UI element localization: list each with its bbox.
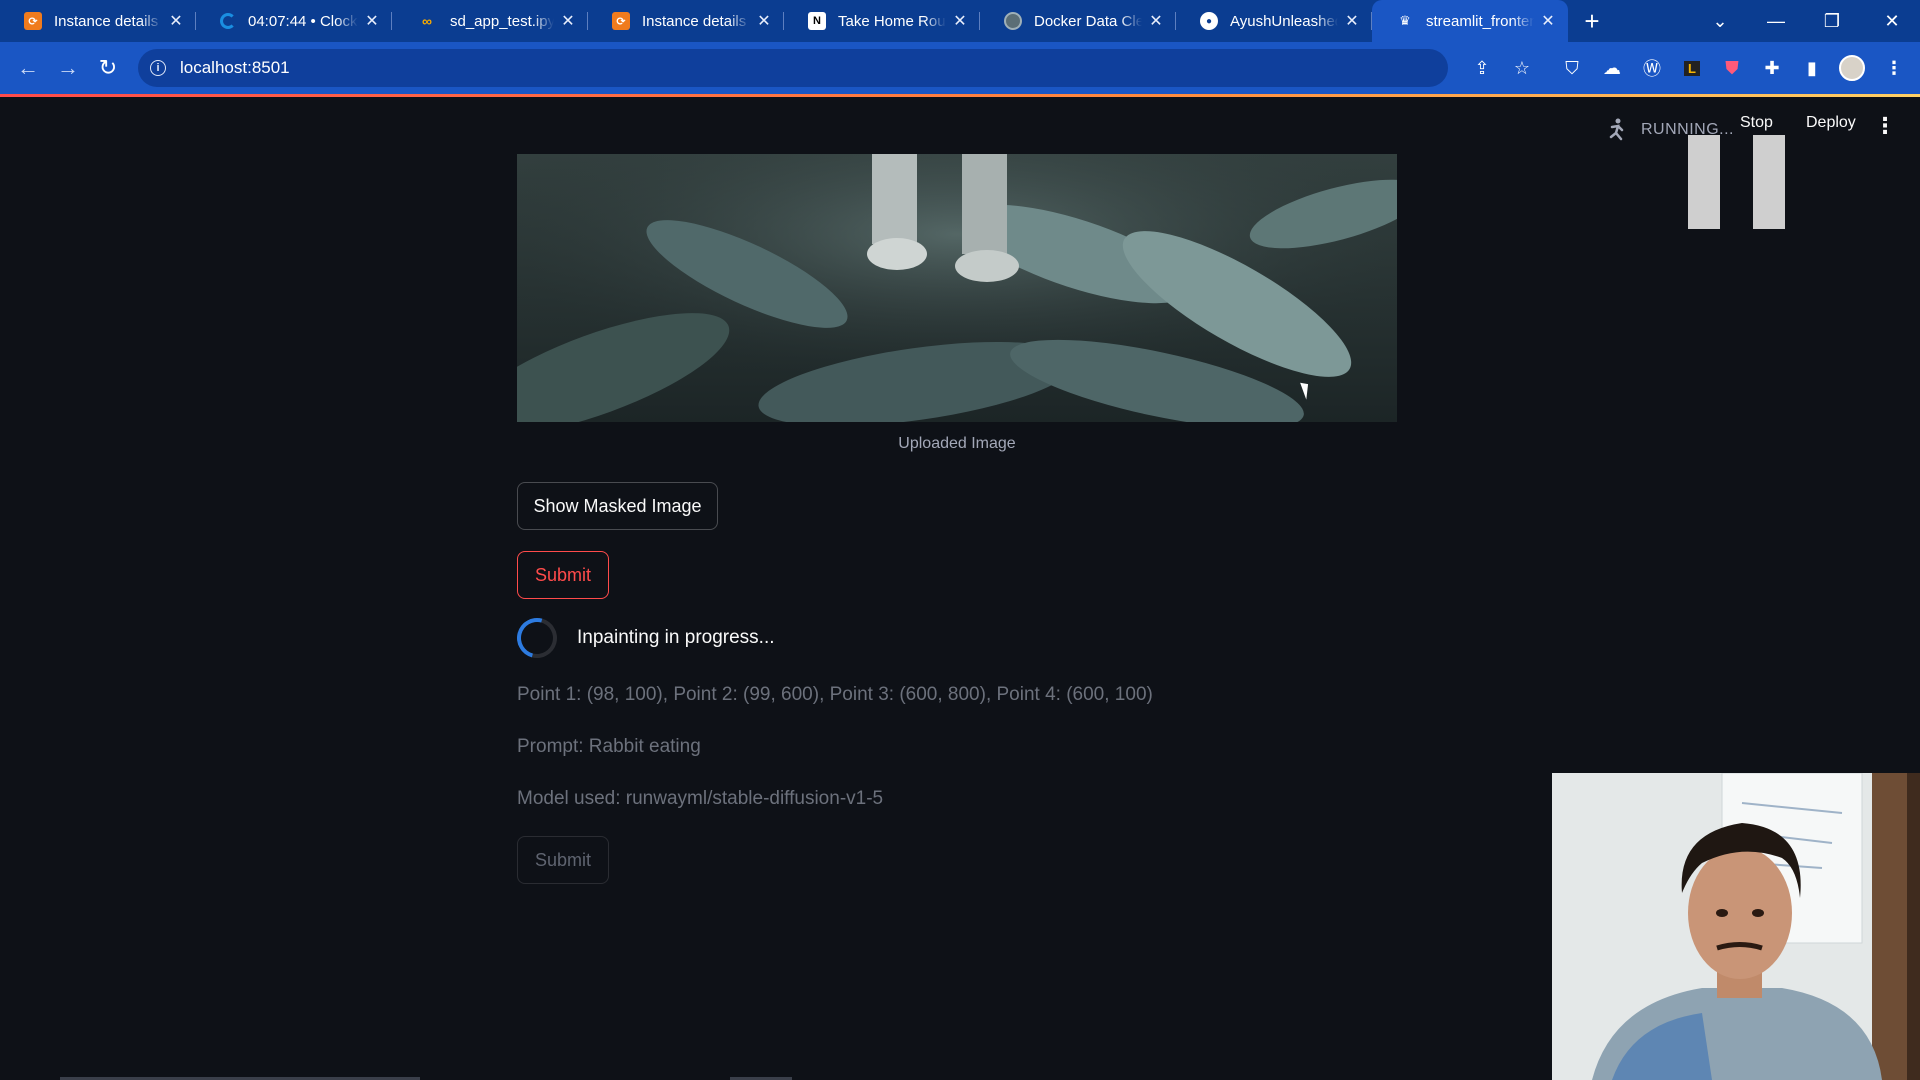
prompt-text: Prompt: Rabbit eating bbox=[517, 736, 701, 757]
tab-search-chevron-icon[interactable]: ⌄ bbox=[1692, 0, 1748, 42]
image-caption: Uploaded Image bbox=[898, 435, 1016, 452]
close-icon[interactable]: ✕ bbox=[166, 11, 186, 31]
openai-icon bbox=[1004, 12, 1022, 30]
notion-icon: N bbox=[808, 12, 826, 30]
tab-title: Take Home Round bbox=[838, 12, 946, 30]
new-tab-button[interactable]: + bbox=[1568, 0, 1616, 42]
main-menu-icon[interactable]: ⋮ bbox=[1874, 113, 1896, 139]
submit-button[interactable]: Submit bbox=[517, 551, 609, 599]
tab-title: streamlit_fronten bbox=[1426, 12, 1534, 30]
submit-button-disabled[interactable]: Submit bbox=[517, 836, 609, 884]
orange-square-icon: ⟳ bbox=[24, 12, 42, 30]
streamlit-icon: ♛ bbox=[1399, 13, 1411, 28]
reload-icon[interactable]: ↻ bbox=[88, 48, 128, 88]
orange-square-icon: ⟳ bbox=[612, 12, 630, 30]
minimize-icon[interactable]: — bbox=[1748, 0, 1804, 42]
github-icon: ● bbox=[1200, 12, 1218, 30]
webcam-overlay bbox=[1552, 773, 1920, 1080]
browser-tab-active[interactable]: ♛ streamlit_fronten ✕ bbox=[1372, 0, 1568, 42]
spinner-text: Inpainting in progress... bbox=[577, 627, 775, 648]
close-icon[interactable]: ✕ bbox=[950, 11, 970, 31]
address-bar[interactable]: i localhost:8501 bbox=[138, 49, 1448, 87]
close-icon[interactable]: ✕ bbox=[362, 11, 382, 31]
window-close-icon[interactable]: ✕ bbox=[1864, 0, 1920, 42]
l-extension-icon[interactable]: L bbox=[1678, 54, 1706, 82]
close-icon[interactable]: ✕ bbox=[558, 11, 578, 31]
bitwarden-shield-icon[interactable]: ⛉ bbox=[1558, 54, 1586, 82]
points-text: Point 1: (98, 100), Point 2: (99, 600), … bbox=[517, 684, 1153, 705]
loading-spinner-icon bbox=[509, 610, 565, 666]
cloud-extension-icon[interactable]: ☁ bbox=[1598, 54, 1626, 82]
back-arrow-icon[interactable]: ← bbox=[8, 48, 48, 88]
bookmark-star-icon[interactable]: ☆ bbox=[1508, 54, 1536, 82]
browser-tab[interactable]: ⟳ Instance details | ✕ bbox=[588, 0, 784, 42]
model-text: Model used: runwayml/stable-diffusion-v1… bbox=[517, 788, 884, 809]
site-info-icon[interactable]: i bbox=[150, 60, 166, 76]
tab-title: AyushUnleashed bbox=[1230, 12, 1338, 30]
tab-title: Instance details | bbox=[54, 12, 162, 30]
colab-icon: ∞ bbox=[422, 13, 432, 29]
show-masked-image-button[interactable]: Show Masked Image bbox=[517, 482, 718, 530]
browser-tab-strip: ⟳ Instance details | ✕ 04:07:44 • Clocki… bbox=[0, 0, 1920, 42]
share-icon[interactable]: ⇪ bbox=[1468, 54, 1496, 82]
close-icon[interactable]: ✕ bbox=[1342, 11, 1362, 31]
w-extension-icon[interactable]: Ⓦ bbox=[1638, 54, 1666, 82]
deploy-button[interactable]: Deploy bbox=[1806, 114, 1856, 132]
extensions-puzzle-icon[interactable]: ✚ bbox=[1758, 54, 1786, 82]
browser-tab[interactable]: ● AyushUnleashed ✕ bbox=[1176, 0, 1372, 42]
browser-tab[interactable]: N Take Home Round ✕ bbox=[784, 0, 980, 42]
restore-icon[interactable]: ❐ bbox=[1804, 0, 1860, 42]
url-text: localhost:8501 bbox=[180, 58, 290, 77]
overlay-bar bbox=[1753, 135, 1785, 229]
tab-title: Docker Data Clean bbox=[1034, 12, 1142, 30]
browser-tab[interactable]: ∞ sd_app_test.ipynb ✕ bbox=[392, 0, 588, 42]
browser-tab[interactable]: Docker Data Clean ✕ bbox=[980, 0, 1176, 42]
overlay-bar bbox=[1688, 135, 1720, 229]
browser-tab[interactable]: ⟳ Instance details | ✕ bbox=[0, 0, 196, 42]
pocket-icon[interactable]: ⛊ bbox=[1718, 54, 1746, 82]
close-icon[interactable]: ✕ bbox=[754, 11, 774, 31]
tab-title: 04:07:44 • Clockify bbox=[248, 12, 358, 30]
side-panel-icon[interactable]: ▮ bbox=[1798, 54, 1826, 82]
running-man-icon bbox=[1609, 118, 1624, 141]
profile-avatar[interactable] bbox=[1838, 54, 1866, 82]
browser-toolbar: ← → ↻ i localhost:8501 ⇪ ☆ ⛉ ☁ Ⓦ L ⛊ ✚ ▮… bbox=[0, 42, 1920, 94]
stop-button[interactable]: Stop bbox=[1740, 114, 1773, 132]
browser-menu-icon[interactable]: ⋮ bbox=[1880, 54, 1908, 82]
clockify-icon bbox=[220, 13, 236, 29]
close-icon[interactable]: ✕ bbox=[1538, 11, 1558, 31]
tab-title: Instance details | bbox=[642, 12, 750, 30]
forward-arrow-icon[interactable]: → bbox=[48, 48, 88, 88]
close-icon[interactable]: ✕ bbox=[1146, 11, 1166, 31]
tab-title: sd_app_test.ipynb bbox=[450, 12, 554, 30]
browser-tab[interactable]: 04:07:44 • Clockify ✕ bbox=[196, 0, 392, 42]
uploaded-image bbox=[517, 154, 1397, 422]
